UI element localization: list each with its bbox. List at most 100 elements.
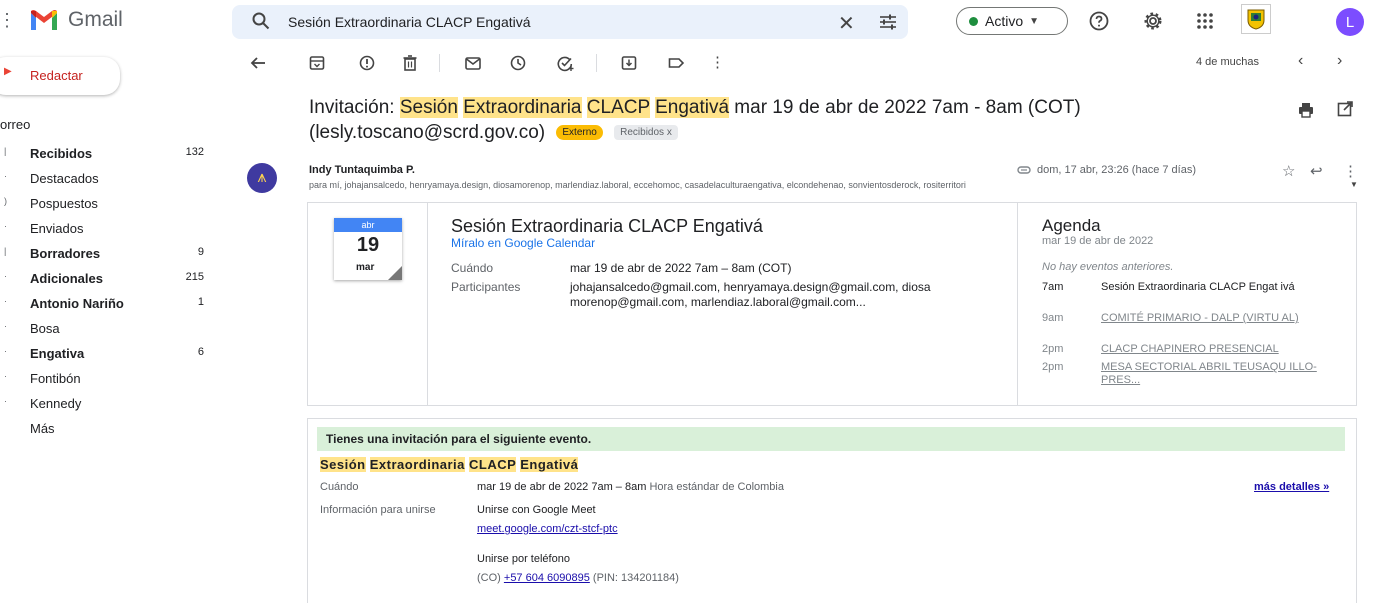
- sidebar-item-destacados[interactable]: · Destacados: [0, 166, 210, 191]
- folder-bullet-icon: |: [4, 146, 7, 156]
- next-chevron-icon[interactable]: ›: [1337, 52, 1342, 70]
- inbox-label-chip[interactable]: Recibidos x: [614, 125, 678, 141]
- google-calendar-link[interactable]: Míralo en Google Calendar: [451, 236, 595, 250]
- search-bar[interactable]: Sesión Extraordinaria CLACP Engativá ✕: [232, 5, 908, 39]
- attachment-icon: [1017, 166, 1031, 174]
- message-date: dom, 17 abr, 23:26 (hace 7 días): [1017, 164, 1196, 176]
- folder-bullet-icon: ·: [4, 221, 7, 231]
- compose-button[interactable]: ▶ Redactar: [0, 57, 120, 95]
- search-input[interactable]: Sesión Extraordinaria CLACP Engativá: [288, 14, 531, 30]
- sidebar-item-kennedy[interactable]: · Kennedy: [0, 391, 210, 416]
- body-event-title: Sesión Extraordinaria CLACP Engativá: [320, 457, 579, 472]
- status-selector[interactable]: Activo ▼: [956, 7, 1068, 35]
- mark-unread-icon[interactable]: [464, 54, 482, 72]
- phone-number-link[interactable]: +57 604 6090895: [504, 572, 590, 584]
- when-label: Cuándo: [451, 261, 494, 275]
- body-when-value: mar 19 de abr de 2022 7am – 8am Hora est…: [477, 481, 784, 493]
- agenda-panel: Agenda mar 19 de abr de 2022 No hay even…: [1017, 203, 1357, 405]
- settings-gear-icon[interactable]: [1142, 10, 1164, 32]
- sidebar-item-recibidos[interactable]: | Recibidos 132: [0, 141, 210, 166]
- more-actions-icon[interactable]: ⋮: [1343, 162, 1358, 180]
- gmail-app: ⋮ Gmail Sesión Extraordinaria CLACP Enga…: [0, 0, 1374, 603]
- folder-bullet-icon: ·: [4, 271, 7, 281]
- folder-bullet-icon: ·: [4, 371, 7, 381]
- sender-name[interactable]: Indy Tuntaquimba P.: [309, 164, 415, 176]
- status-label: Activo: [985, 13, 1024, 29]
- archive-icon[interactable]: [308, 54, 326, 72]
- external-badge: Externo: [556, 125, 603, 141]
- clear-search-icon[interactable]: ✕: [838, 11, 855, 36]
- sidebar-item-pospuestos[interactable]: ) Pospuestos: [0, 191, 210, 216]
- snooze-clock-icon[interactable]: [509, 54, 527, 72]
- folder-bullet-icon: |: [4, 246, 7, 256]
- delete-trash-icon[interactable]: [401, 54, 419, 72]
- top-bar: ⋮ Gmail Sesión Extraordinaria CLACP Enga…: [0, 0, 1374, 44]
- move-to-icon[interactable]: [620, 54, 638, 72]
- body-when-label: Cuándo: [320, 481, 359, 493]
- report-spam-icon[interactable]: [358, 54, 376, 72]
- sidebar-item-engativa[interactable]: · Engativa 6: [0, 341, 210, 366]
- search-options-icon[interactable]: [878, 12, 898, 32]
- sidebar-item-fontibon[interactable]: · Fontibón: [0, 366, 210, 391]
- participants-label: Participantes: [451, 280, 521, 294]
- gmail-wordmark: Gmail: [68, 8, 123, 31]
- sidebar-item-adicionales[interactable]: · Adicionales 215: [0, 266, 210, 291]
- participants-value[interactable]: johajansalcedo@gmail.com, henryamaya.des…: [570, 280, 1000, 310]
- back-arrow-icon[interactable]: [249, 54, 267, 72]
- search-icon[interactable]: [252, 12, 270, 30]
- sidebar-item-bosa[interactable]: · Bosa: [0, 316, 210, 341]
- sender-avatar-icon: ⩚: [257, 169, 267, 186]
- folder-bullet-icon: ·: [4, 346, 7, 356]
- join-info-label: Información para unirse: [320, 504, 436, 516]
- page-fold-icon: [388, 266, 402, 280]
- event-details: Sesión Extraordinaria CLACP Engativá Mír…: [428, 203, 1018, 405]
- agenda-date: mar 19 de abr de 2022: [1042, 235, 1154, 247]
- sender-avatar[interactable]: ⩚: [247, 163, 277, 193]
- open-new-window-icon[interactable]: [1336, 100, 1354, 118]
- label-list: | Recibidos 132 · Destacados ) Pospuesto…: [0, 141, 210, 441]
- account-avatar[interactable]: L: [1336, 8, 1364, 36]
- folder-bullet-icon: ·: [4, 396, 7, 406]
- chevron-down-icon: ▼: [1029, 15, 1040, 27]
- pagination-label: 4 de muchas: [1196, 56, 1259, 68]
- folder-bullet-icon: ·: [4, 171, 7, 181]
- compose-plus-icon: ▶: [4, 66, 12, 77]
- main-menu-icon[interactable]: ⋮: [0, 10, 16, 31]
- show-details-chevron-icon[interactable]: ▼: [1350, 180, 1358, 189]
- help-icon[interactable]: [1088, 10, 1110, 32]
- calendar-date-column: abr 19 mar: [308, 203, 428, 405]
- event-title: Sesión Extraordinaria CLACP Engativá: [451, 216, 763, 236]
- calendar-invite-card: abr 19 mar Sesión Extraordinaria CLACP E…: [307, 202, 1357, 406]
- recipients-line[interactable]: para mí, johajansalcedo, henryamaya.desi…: [309, 180, 1349, 190]
- toolbar-divider: [596, 54, 597, 72]
- star-icon[interactable]: ☆: [1282, 162, 1295, 180]
- organization-logo-icon[interactable]: [1241, 4, 1271, 34]
- folder-bullet-icon: ): [4, 196, 7, 206]
- sidebar-item-mas[interactable]: Más: [0, 416, 210, 441]
- invitation-banner: Tienes una invitación para el siguiente …: [317, 427, 1345, 451]
- print-icon[interactable]: [1297, 101, 1315, 119]
- phone-info: (CO) +57 604 6090895 (PIN: 134201184): [477, 572, 679, 584]
- reply-arrow-icon[interactable]: ↩: [1310, 162, 1323, 180]
- agenda-title: Agenda: [1042, 216, 1101, 235]
- status-dot: [969, 16, 978, 26]
- sidebar-item-enviados[interactable]: · Enviados: [0, 216, 210, 241]
- when-value: mar 19 de abr de 2022 7am – 8am (COT): [570, 261, 792, 275]
- message-toolbar: ⋮ 4 de muchas ‹ ›: [240, 48, 1374, 78]
- more-options-icon[interactable]: ⋮: [710, 54, 728, 72]
- mail-section-label: orreo: [0, 117, 31, 132]
- add-to-tasks-icon[interactable]: [556, 54, 574, 72]
- coat-of-arms-icon: [1247, 9, 1265, 30]
- more-details-link[interactable]: más detalles »: [1254, 481, 1329, 493]
- no-previous-events: No hay eventos anteriores.: [1042, 261, 1174, 273]
- compose-label: Redactar: [30, 68, 83, 83]
- label-tag-icon[interactable]: [667, 54, 685, 72]
- previous-chevron-icon[interactable]: ‹: [1298, 52, 1303, 70]
- sidebar-item-antonio-narino[interactable]: · Antonio Nariño 1: [0, 291, 210, 316]
- meet-link[interactable]: meet.google.com/czt-stcf-ptc: [477, 523, 618, 535]
- toolbar-divider: [439, 54, 440, 72]
- sidebar-item-borradores[interactable]: | Borradores 9: [0, 241, 210, 266]
- gmail-logo[interactable]: Gmail: [30, 8, 123, 32]
- join-phone-label: Unirse por teléfono: [477, 553, 570, 565]
- apps-grid-icon[interactable]: [1194, 10, 1216, 32]
